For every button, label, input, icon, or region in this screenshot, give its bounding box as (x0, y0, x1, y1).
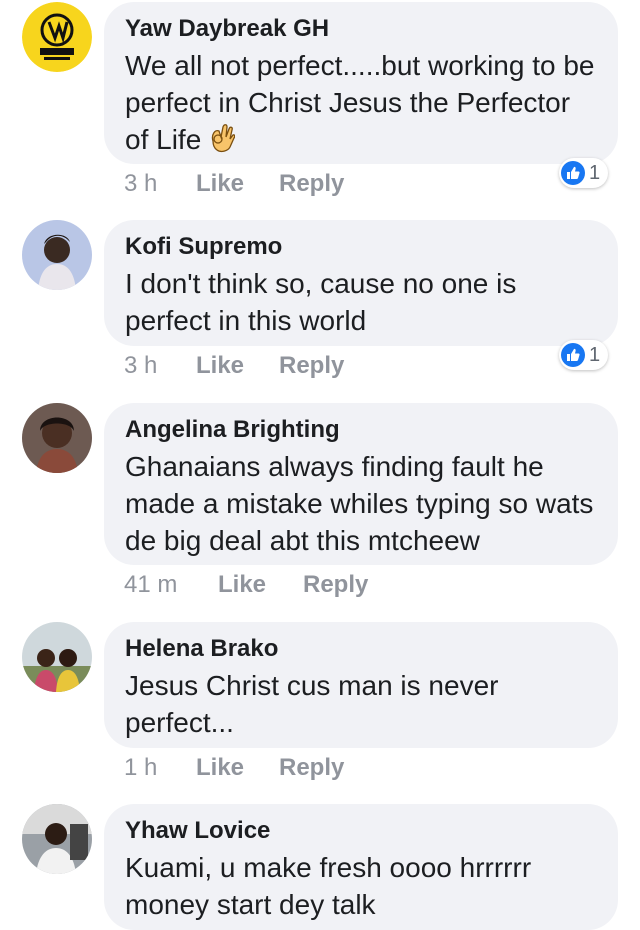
reply-link[interactable]: Reply (279, 352, 344, 380)
avatar[interactable] (22, 403, 92, 473)
comment-bubble: Yhaw Lovice Kuami, u make fresh oooo hrr… (104, 804, 618, 930)
avatar[interactable] (22, 2, 92, 72)
reply-link[interactable]: Reply (303, 571, 368, 599)
comment-bubble: Kofi Supremo I don't think so, cause no … (104, 220, 618, 346)
comment-bubble: Helena Brako Jesus Christ cus man is nev… (104, 622, 618, 748)
comment-text: Jesus Christ cus man is never perfect... (125, 670, 499, 738)
reaction-count-badge[interactable]: 1 (559, 340, 609, 370)
thumbs-up-icon (561, 343, 585, 367)
comment-bubble: Yaw Daybreak GH We all not perfect.....b… (104, 2, 618, 164)
like-link[interactable]: Like (218, 571, 266, 599)
profile-photo (22, 804, 92, 874)
reaction-count: 1 (589, 343, 601, 366)
reply-link[interactable]: Reply (279, 170, 344, 198)
comment-text-content: We all not perfect.....but working to be… (125, 50, 595, 155)
avatar[interactable] (22, 622, 92, 692)
like-link[interactable]: Like (196, 352, 244, 380)
avatar[interactable] (22, 804, 92, 874)
comment-author[interactable]: Yaw Daybreak GH (125, 15, 598, 43)
comment-author[interactable]: Yhaw Lovice (125, 817, 598, 845)
comment-bubble: Angelina Brighting Ghanaians always find… (104, 403, 618, 565)
ok-hand-emoji-icon (212, 124, 236, 153)
like-link[interactable]: Like (196, 754, 244, 782)
profile-photo (22, 403, 92, 473)
comment-time[interactable]: 3 h (124, 170, 157, 198)
comment-author[interactable]: Angelina Brighting (125, 416, 598, 444)
comment-author[interactable]: Helena Brako (125, 635, 598, 663)
reaction-count: 1 (589, 161, 601, 184)
reaction-count-badge[interactable]: 1 (559, 158, 609, 188)
comment-time[interactable]: 41 m (124, 571, 177, 599)
comment-text: I don't think so, cause no one is perfec… (125, 268, 517, 336)
comment-author[interactable]: Kofi Supremo (125, 233, 598, 261)
comment-text: Ghanaians always finding fault he made a… (125, 451, 594, 556)
like-link[interactable]: Like (196, 170, 244, 198)
comment-text: We all not perfect.....but working to be… (125, 47, 598, 158)
logo-avatar (22, 2, 92, 72)
profile-photo (22, 220, 92, 290)
thumbs-up-icon (561, 161, 585, 185)
comment-time[interactable]: 1 h (124, 754, 157, 782)
avatar[interactable] (22, 220, 92, 290)
reply-link[interactable]: Reply (279, 754, 344, 782)
profile-photo (22, 622, 92, 692)
comment-text: Kuami, u make fresh oooo hrrrrrr money s… (125, 852, 532, 920)
comment-time[interactable]: 3 h (124, 352, 157, 380)
